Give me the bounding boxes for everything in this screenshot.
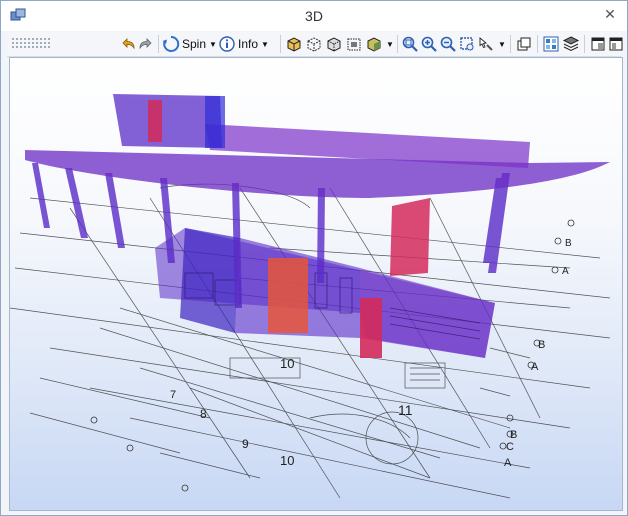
3d-viewport[interactable]: 10 9 8 7 10 11 B A A B C B A — [9, 57, 623, 511]
window-copy-icon — [517, 37, 531, 51]
cube-xray-icon — [347, 38, 361, 51]
info-icon — [219, 36, 235, 52]
new-window-button[interactable] — [515, 34, 533, 54]
toolbar-grip[interactable] — [11, 37, 51, 49]
pin-panel-button[interactable] — [608, 34, 624, 54]
lower-building — [155, 228, 495, 358]
grid-label: 8 — [200, 407, 207, 421]
info-label: Info — [238, 37, 259, 51]
grid-label: A — [531, 361, 539, 373]
undo-button[interactable] — [119, 34, 137, 54]
pointer-tool-icon — [479, 37, 493, 51]
grid-label: 9 — [242, 437, 249, 451]
grid-label: 10 — [280, 453, 294, 468]
chevron-down-icon: ▼ — [498, 39, 506, 49]
undo-icon — [122, 38, 135, 50]
zoom-window-icon — [460, 37, 474, 51]
grid-label: A — [504, 457, 512, 469]
spin-label: Spin — [182, 37, 207, 51]
zoom-window-button[interactable] — [458, 34, 476, 54]
window-title: 3D — [305, 8, 323, 24]
floor-plan-lines — [10, 183, 611, 499]
redo-icon — [139, 38, 152, 50]
toolbar: Spin ▼ Info ▼ ▼ ▼ — [7, 32, 624, 57]
close-icon[interactable]: ✕ — [599, 3, 621, 25]
zoom-fit-button[interactable] — [401, 34, 419, 54]
3d-model-canvas[interactable]: 10 9 8 7 10 11 B A A B C B A — [10, 58, 622, 510]
panel-restore-icon — [591, 37, 605, 51]
title-bar: 3D ✕ — [1, 1, 627, 31]
chevron-down-icon: ▼ — [386, 39, 394, 49]
cube-wireframe-icon — [307, 37, 321, 52]
spin-icon — [162, 35, 180, 52]
layers-icon — [562, 36, 580, 52]
zoom-out-button[interactable] — [439, 34, 457, 54]
grid-label: B — [538, 339, 545, 351]
navigation-dropdown[interactable]: ▼ — [477, 34, 506, 54]
cube-color-icon — [367, 37, 381, 52]
grid-label: 10 — [280, 356, 294, 371]
hidden-line-button[interactable] — [325, 34, 343, 54]
red-block — [390, 198, 430, 276]
zoom-in-icon — [421, 36, 437, 52]
solid-view-button[interactable] — [285, 34, 303, 54]
rooftop-stair — [205, 96, 225, 148]
xray-view-button[interactable] — [345, 34, 363, 54]
info-dropdown[interactable]: Info ▼ — [219, 34, 269, 54]
chevron-down-icon: ▼ — [261, 39, 269, 49]
grid-label: 7 — [170, 389, 176, 401]
restore-panel-button[interactable] — [589, 34, 607, 54]
cube-hidden-line-icon — [327, 37, 341, 52]
redo-button[interactable] — [137, 34, 155, 54]
layers-button[interactable] — [562, 34, 580, 54]
wireframe-view-button[interactable] — [305, 34, 323, 54]
layout-grid-icon — [543, 36, 559, 52]
zoom-in-button[interactable] — [420, 34, 438, 54]
panel-pin-icon — [609, 37, 623, 51]
grid-label: B — [510, 429, 517, 441]
viewer-window: 3D ✕ Spin ▼ Info ▼ ▼ ▼ 10 9 8 7 10 11 B … — [0, 0, 628, 516]
zoom-out-icon — [440, 36, 456, 52]
chevron-down-icon: ▼ — [209, 39, 217, 49]
grid-label: 11 — [398, 402, 413, 418]
grid-label: C — [506, 441, 514, 453]
spin-dropdown[interactable]: Spin ▼ — [162, 34, 217, 54]
zoom-fit-icon — [402, 36, 418, 52]
layout-button[interactable] — [542, 34, 560, 54]
grid-label: A — [562, 266, 569, 277]
grid-label: B — [565, 238, 572, 249]
render-mode-dropdown[interactable]: ▼ — [365, 34, 394, 54]
rooftop-accent — [148, 100, 162, 142]
cube-solid-icon — [287, 37, 301, 52]
